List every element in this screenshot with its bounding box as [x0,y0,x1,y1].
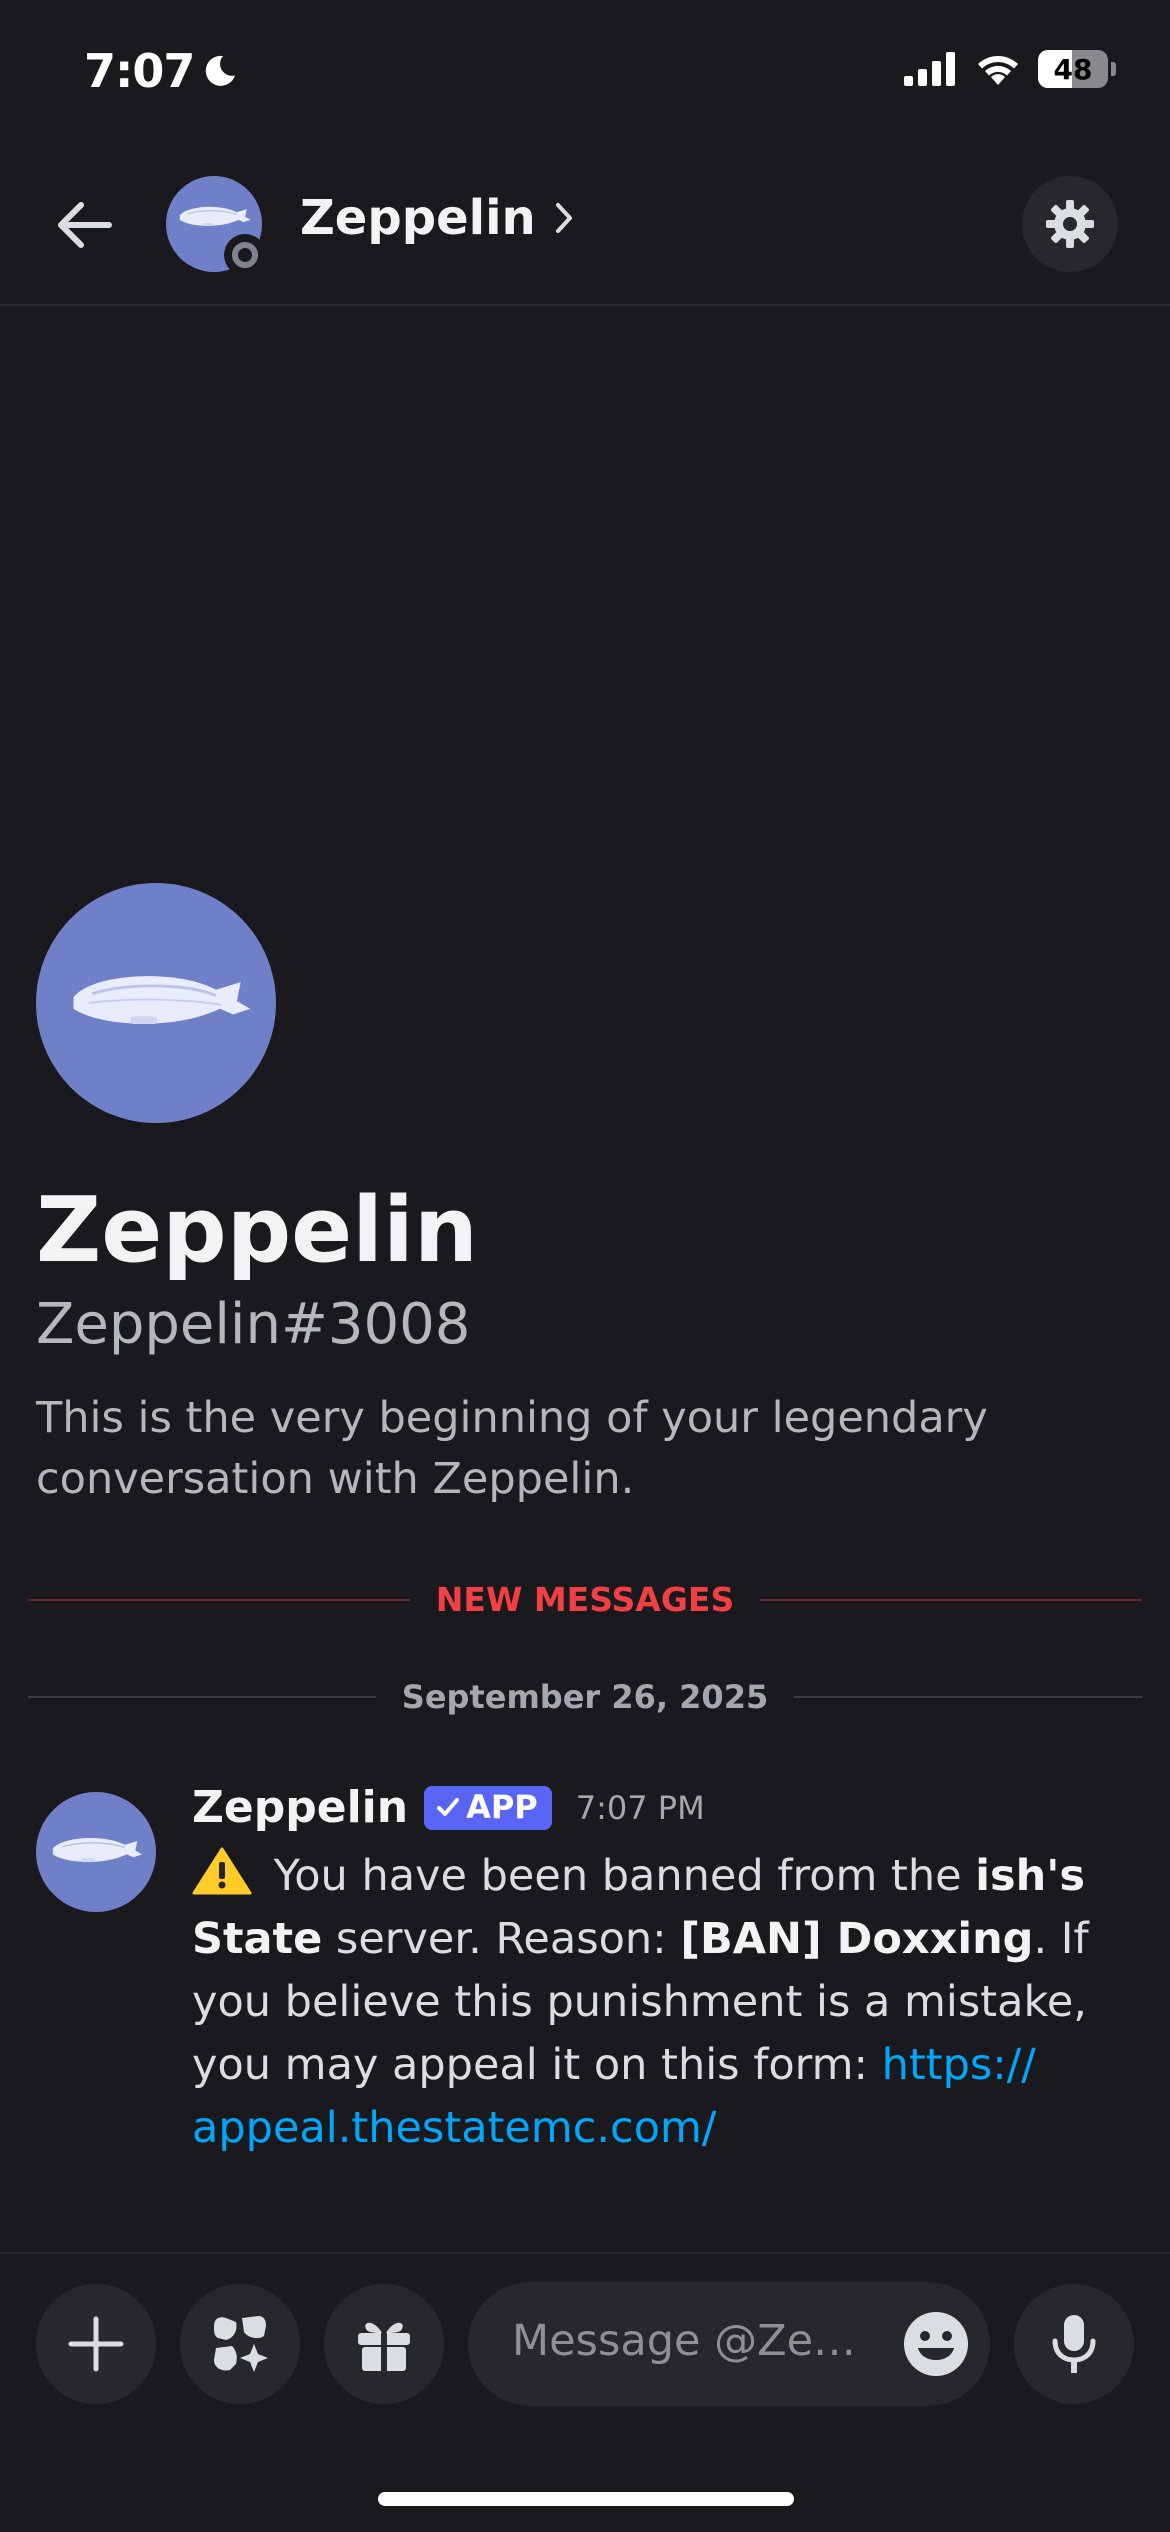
message-text-part: You have been banned from the [260,1851,976,1901]
ban-reason: [BAN] Doxxing [680,1914,1034,1964]
status-time: 7:07 [84,44,238,98]
conversation-intro: This is the very beginning of your legen… [36,1393,988,1504]
new-messages-label: NEW MESSAGES [435,1580,735,1619]
moon-icon [206,55,236,86]
gift-icon [358,2322,410,2371]
profile-avatar[interactable] [36,883,276,1123]
new-messages-divider: NEW MESSAGES [28,1580,1143,1619]
message-input[interactable]: Message @Zeppelin [468,2282,990,2406]
message-content: You have been banned from the ish's Stat… [192,1845,1142,2160]
checkmark-icon [437,1797,460,1816]
chat-header: Zeppelin [0,160,1170,306]
gift-button[interactable] [324,2284,444,2404]
profile-name: Zeppelin [36,1178,478,1283]
battery-level: 48 [1053,52,1093,86]
zeppelin-icon [73,976,251,1024]
message-header: Zeppelin APP 7:07 PM [192,1782,705,1833]
back-button[interactable] [50,190,120,260]
chevron-right-icon [555,203,572,233]
date-label: September 26, 2025 [401,1678,769,1716]
profile-tag: Zeppelin#3008 [36,1292,471,1357]
zeppelin-icon [52,1837,143,1863]
plus-icon [68,2316,124,2372]
add-attachment-button[interactable] [36,2284,156,2404]
settings-button[interactable] [1022,176,1118,272]
gear-icon [1046,200,1094,248]
message-author[interactable]: Zeppelin [192,1782,408,1833]
battery-icon: 48 [1038,50,1116,88]
message-avatar[interactable] [36,1792,156,1912]
message-composer: Message @Zeppelin [0,2252,1170,2412]
message-text-part: server. Reason: [322,1914,681,1964]
arrow-left-icon [58,202,112,248]
home-indicator[interactable] [378,2492,794,2506]
emoji-button[interactable] [902,2310,970,2378]
microphone-icon [1052,2315,1096,2373]
cellular-signal-icon [904,52,955,86]
status-icons: 48 [904,50,1116,88]
header-avatar[interactable] [166,176,266,276]
date-divider: September 26, 2025 [28,1678,1143,1716]
voice-message-button[interactable] [1014,2284,1134,2404]
apps-sparkle-icon [214,2316,268,2372]
apps-button[interactable] [180,2284,300,2404]
warning-icon [192,1847,252,1895]
status-bar: 7:07 48 [0,0,1170,150]
wifi-icon [978,56,1018,85]
app-badge-label: APP [466,1787,538,1826]
zeppelin-icon [179,206,251,226]
header-title: Zeppelin [300,190,536,246]
dm-screen: 7:07 48 Zeppelin Zeppelin Zeppelin#3008 … [0,0,1170,2532]
message-input-placeholder: Message @Zeppelin [512,2316,882,2366]
app-badge: APP [424,1785,552,1830]
message-timestamp: 7:07 PM [575,1788,705,1827]
offline-status-icon [224,234,266,276]
header-title-button[interactable]: Zeppelin [300,190,574,246]
clock: 7:07 [84,44,195,98]
